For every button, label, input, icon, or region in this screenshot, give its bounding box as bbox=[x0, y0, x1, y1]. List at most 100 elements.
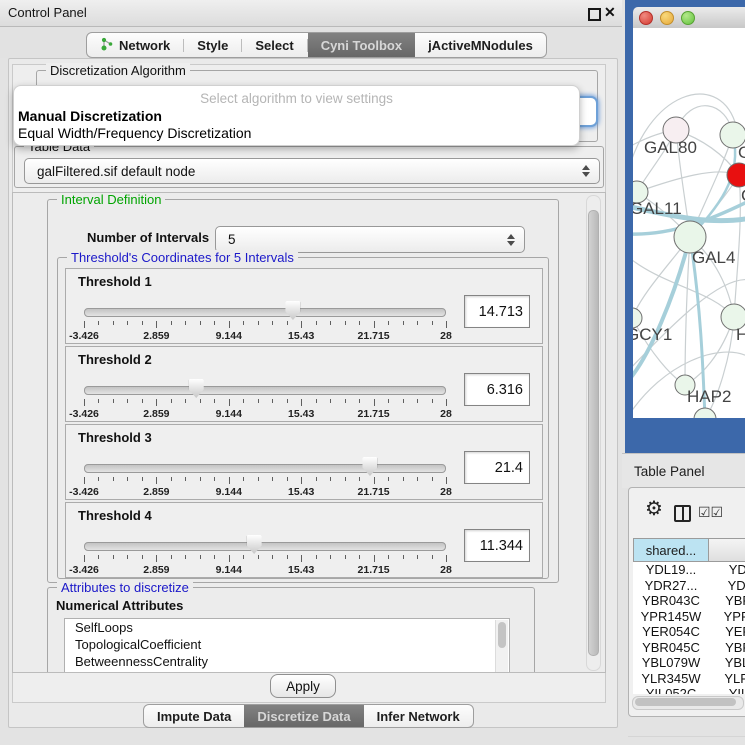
gear-icon[interactable]: ⚙ bbox=[645, 499, 663, 519]
slider-tick-label: -3.426 bbox=[69, 330, 99, 342]
threshold-slider[interactable]: -3.4262.8599.14415.4321.71528 bbox=[84, 530, 446, 574]
tab-label: Discretize Data bbox=[257, 709, 350, 724]
slider-tick bbox=[98, 399, 99, 403]
slider-tick bbox=[200, 477, 201, 481]
slider-tick bbox=[359, 555, 360, 559]
threshold-slider[interactable]: -3.4262.8599.14415.4321.71528 bbox=[84, 374, 446, 418]
slider-tick bbox=[200, 555, 201, 559]
numerical-attributes-list[interactable]: SelfLoopsTopologicalCoefficientBetweenne… bbox=[64, 618, 510, 673]
dropdown-hint: Select algorithm to view settings bbox=[14, 91, 579, 106]
slider-tick bbox=[171, 399, 172, 403]
slider-tick bbox=[388, 321, 389, 325]
column-header-na[interactable]: na bbox=[709, 538, 745, 562]
table-row[interactable]: YBR045CYBR045C bbox=[633, 640, 745, 656]
apply-button[interactable]: Apply bbox=[270, 674, 336, 698]
tab-cyni-toolbox[interactable]: Cyni Toolbox bbox=[308, 33, 415, 57]
slider-tick bbox=[446, 477, 447, 484]
table-cell: YDL19... bbox=[709, 562, 745, 578]
table-cell: YBL079W bbox=[709, 655, 745, 671]
network-graph[interactable]: GAL80GCGAL11GAL4GCY1HHAP2 bbox=[633, 28, 745, 418]
slider-tick bbox=[127, 477, 128, 481]
tab-discretize-data[interactable]: Discretize Data bbox=[244, 705, 363, 727]
slider-thumb[interactable] bbox=[285, 301, 300, 320]
combobox-value: galFiltered.sif default node bbox=[37, 164, 195, 179]
slider-tick bbox=[301, 321, 302, 328]
network-window-titlebar[interactable] bbox=[633, 7, 745, 29]
scrollbar-thumb[interactable] bbox=[588, 210, 599, 656]
slider-thumb[interactable] bbox=[362, 457, 377, 476]
slider-tick bbox=[446, 321, 447, 328]
threshold-slider[interactable]: -3.4262.8599.14415.4321.71528 bbox=[84, 296, 446, 340]
close-icon[interactable]: ✕ bbox=[604, 4, 616, 21]
network-icon bbox=[100, 37, 114, 54]
slider-tick bbox=[330, 399, 331, 403]
slider-tick bbox=[98, 555, 99, 559]
algorithm-option[interactable]: Manual Discretization bbox=[18, 108, 162, 124]
list-item[interactable]: BetweennessCentrality bbox=[65, 653, 509, 670]
group-title: Discretization Algorithm bbox=[46, 63, 190, 78]
tab-label: Cyni Toolbox bbox=[321, 38, 402, 53]
scrollbar-thumb[interactable] bbox=[498, 622, 506, 648]
slider-tick bbox=[287, 321, 288, 325]
threshold-panel: Threshold 4-3.4262.8599.14415.4321.71528 bbox=[65, 502, 543, 578]
slider-tick bbox=[345, 399, 346, 403]
slider-tick bbox=[388, 555, 389, 559]
list-item[interactable]: SelfLoops bbox=[65, 619, 509, 636]
slider-tick bbox=[345, 477, 346, 481]
slider-tick bbox=[417, 555, 418, 559]
slider-tick bbox=[272, 321, 273, 325]
slider-tick bbox=[374, 399, 375, 406]
threshold-value-field[interactable] bbox=[464, 529, 530, 562]
slider-tick bbox=[156, 399, 157, 406]
slider-tick-label: 15.43 bbox=[288, 408, 314, 420]
table-row[interactable]: YDL19...YDL19... bbox=[633, 562, 745, 578]
table-row[interactable]: YPR145WYPR145W bbox=[633, 609, 745, 625]
table-data-combobox[interactable]: galFiltered.sif default node bbox=[24, 158, 600, 184]
table-cell: YIL052C bbox=[709, 686, 745, 694]
zoom-button[interactable] bbox=[681, 11, 695, 25]
network-canvas[interactable]: GAL80GCGAL11GAL4GCY1HHAP2 bbox=[633, 28, 745, 418]
tab-select[interactable]: Select bbox=[242, 33, 306, 57]
table-row[interactable]: YDR27...YDR27... bbox=[633, 578, 745, 594]
select-columns-icon[interactable]: ☑☑ bbox=[698, 504, 723, 521]
float-window-icon[interactable] bbox=[588, 8, 601, 21]
threshold-value-field[interactable] bbox=[464, 373, 530, 406]
network-edge bbox=[637, 172, 739, 192]
algorithm-option[interactable]: Equal Width/Frequency Discretization bbox=[18, 125, 251, 141]
group-title: Attributes to discretize bbox=[57, 580, 193, 595]
threshold-slider[interactable]: -3.4262.8599.14415.4321.71528 bbox=[84, 452, 446, 496]
scrollbar-thumb[interactable] bbox=[635, 698, 736, 706]
bottom-tab-bar: Impute Data Discretize Data Infer Network bbox=[143, 704, 474, 728]
combobox-stepper-icon bbox=[582, 165, 590, 177]
network-node[interactable] bbox=[694, 408, 716, 418]
threshold-value-field[interactable] bbox=[464, 295, 530, 328]
tab-style[interactable]: Style bbox=[184, 33, 241, 57]
split-columns-icon[interactable] bbox=[674, 505, 691, 522]
tab-network[interactable]: Network bbox=[87, 33, 183, 57]
table-horizontal-scrollbar[interactable] bbox=[632, 696, 744, 710]
panel-scrollbar[interactable] bbox=[586, 195, 601, 671]
list-item[interactable]: TopologicalCoefficient bbox=[65, 636, 509, 653]
list-scrollbar[interactable] bbox=[495, 620, 508, 673]
table-row[interactable]: YLR345WYLR345W bbox=[633, 671, 745, 687]
slider-tick bbox=[156, 477, 157, 484]
minimize-button[interactable] bbox=[660, 11, 674, 25]
table-row[interactable]: YBR043CYBR043C bbox=[633, 593, 745, 609]
slider-thumb[interactable] bbox=[189, 379, 204, 398]
slider-tick bbox=[359, 321, 360, 325]
close-button[interactable] bbox=[639, 11, 653, 25]
tab-impute-data[interactable]: Impute Data bbox=[144, 705, 244, 727]
table-cell: YPR145W bbox=[633, 609, 709, 625]
slider-tick-label: 9.144 bbox=[216, 564, 242, 576]
column-header-shared-[interactable]: shared... bbox=[633, 538, 709, 562]
table-cell: YBR045C bbox=[709, 640, 745, 656]
table-row[interactable]: YIL052CYIL052C bbox=[633, 686, 745, 694]
tab-jactivemnodules[interactable]: jActiveMNodules bbox=[415, 33, 546, 57]
tab-label: Infer Network bbox=[377, 709, 460, 724]
table-row[interactable]: YER054CYER054C bbox=[633, 624, 745, 640]
table-row[interactable]: YBL079WYBL079W bbox=[633, 655, 745, 671]
number-of-intervals-combobox[interactable]: 5 bbox=[215, 226, 525, 253]
slider-thumb[interactable] bbox=[247, 535, 262, 554]
threshold-value-field[interactable] bbox=[464, 451, 530, 484]
tab-infer-network[interactable]: Infer Network bbox=[364, 705, 473, 727]
